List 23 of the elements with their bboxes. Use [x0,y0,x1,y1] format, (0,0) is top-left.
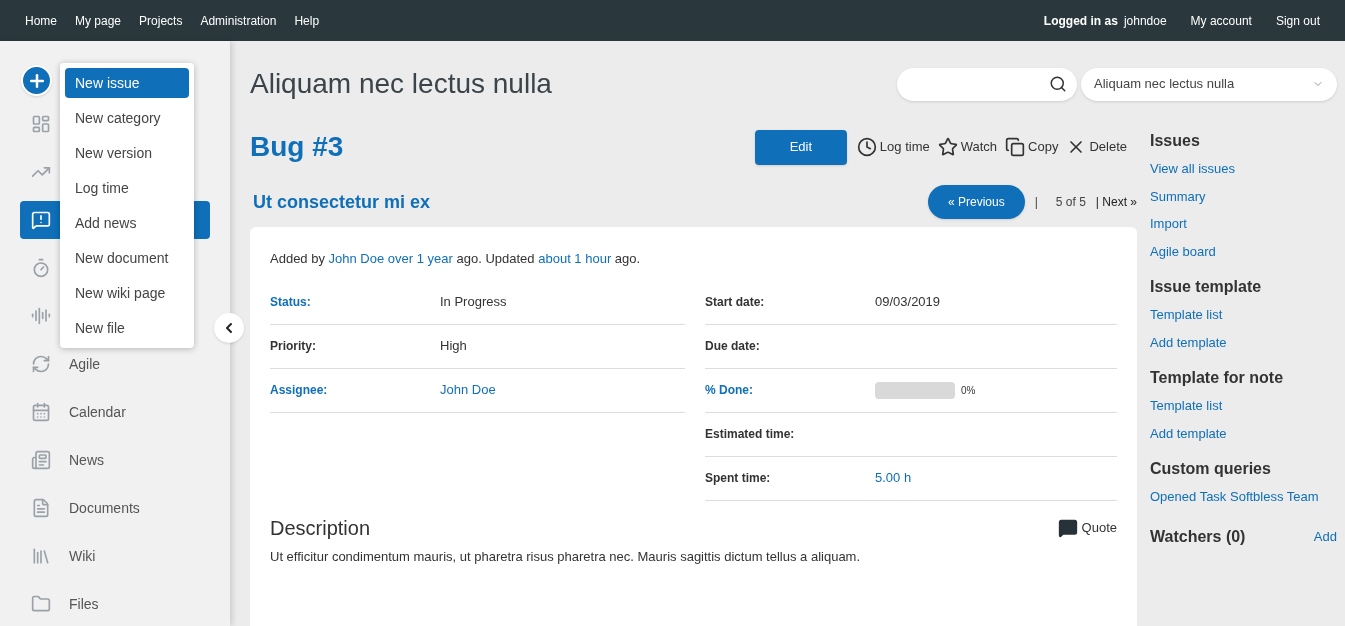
section-heading: Issue template [1150,277,1263,297]
field-value: In Progress [440,293,507,312]
pager-position: 5 of 5 [1055,194,1086,211]
section-heading: Watchers (0) [1150,526,1246,547]
field-label: Spent time: [705,470,772,487]
field-value: High [440,337,467,356]
issue-subject: Ut consectetur mi ex [252,190,431,214]
project-title: Aliquam nec lectus nulla [250,67,552,101]
field-label: Start date: [705,294,766,311]
field-label: Estimated time: [705,426,796,443]
field-label: Priority: [270,338,317,355]
section-heading: Custom queries [1150,459,1272,479]
field-value: 09/03/2019 [875,293,941,312]
section-heading: Template for note [1150,368,1285,388]
field-label: Due date: [705,338,761,355]
logged-in-label: Logged in as [1043,12,1118,30]
separator: | [1034,194,1038,211]
issue-title: Bug #3 [250,130,344,164]
author-line: Added by John Doe over 1 year ago. Updated about 1 hour ago. [270,250,642,268]
section-heading: Issues [1150,131,1201,151]
description-heading: Description [270,515,371,541]
progress-reading: 0% [961,383,976,398]
description-text: Ut efficitur condimentum mauris, ut pharetra risus pharetra nec. Mauris sagittis dictum tellus a aliquam. [270,547,862,566]
